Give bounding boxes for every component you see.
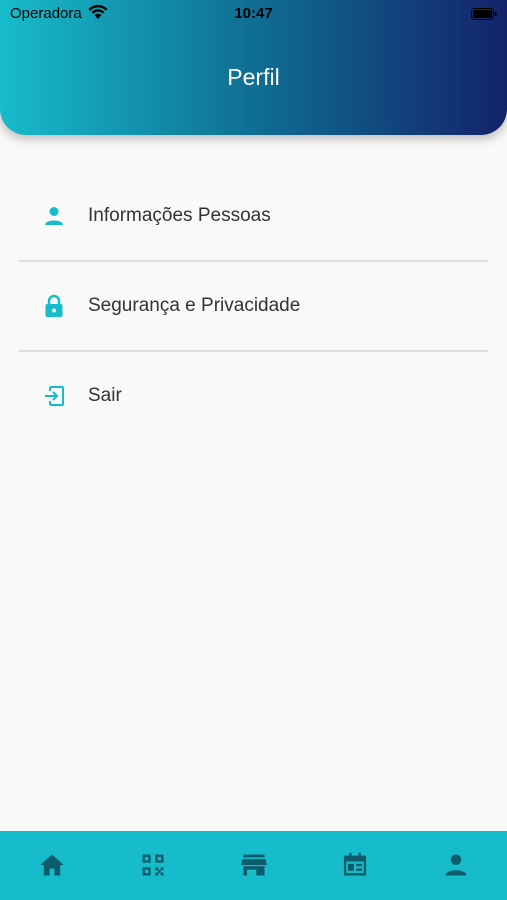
profile-menu: Informações Pessoas Segurança e Privacid… xyxy=(0,172,507,440)
page-title: Perfil xyxy=(227,64,280,90)
header: Operadora 10:47 Perfil xyxy=(0,0,507,135)
menu-item-logout[interactable]: Sair xyxy=(0,352,507,440)
battery-icon xyxy=(471,8,497,20)
nav-calendar[interactable] xyxy=(341,851,369,879)
calendar-icon xyxy=(343,852,367,876)
person-icon xyxy=(45,207,63,225)
home-icon xyxy=(40,854,64,876)
menu-item-security-privacy[interactable]: Segurança e Privacidade xyxy=(0,262,507,350)
status-bar: Operadora 10:47 xyxy=(0,0,507,30)
lock-icon xyxy=(45,294,63,317)
store-icon xyxy=(241,854,267,876)
person-icon xyxy=(445,854,467,876)
menu-item-label: Informações Pessoas xyxy=(88,205,271,226)
qr-code-icon xyxy=(142,854,164,876)
nav-profile[interactable] xyxy=(442,851,470,879)
nav-qr-code[interactable] xyxy=(139,851,167,879)
menu-item-label: Sair xyxy=(88,385,122,406)
logout-icon xyxy=(45,386,64,406)
menu-item-label: Segurança e Privacidade xyxy=(88,295,301,316)
nav-home[interactable] xyxy=(38,851,66,879)
status-time: 10:47 xyxy=(234,5,273,22)
bottom-navigation xyxy=(0,831,507,900)
menu-item-personal-info[interactable]: Informações Pessoas xyxy=(0,172,507,260)
nav-store[interactable] xyxy=(240,851,268,879)
